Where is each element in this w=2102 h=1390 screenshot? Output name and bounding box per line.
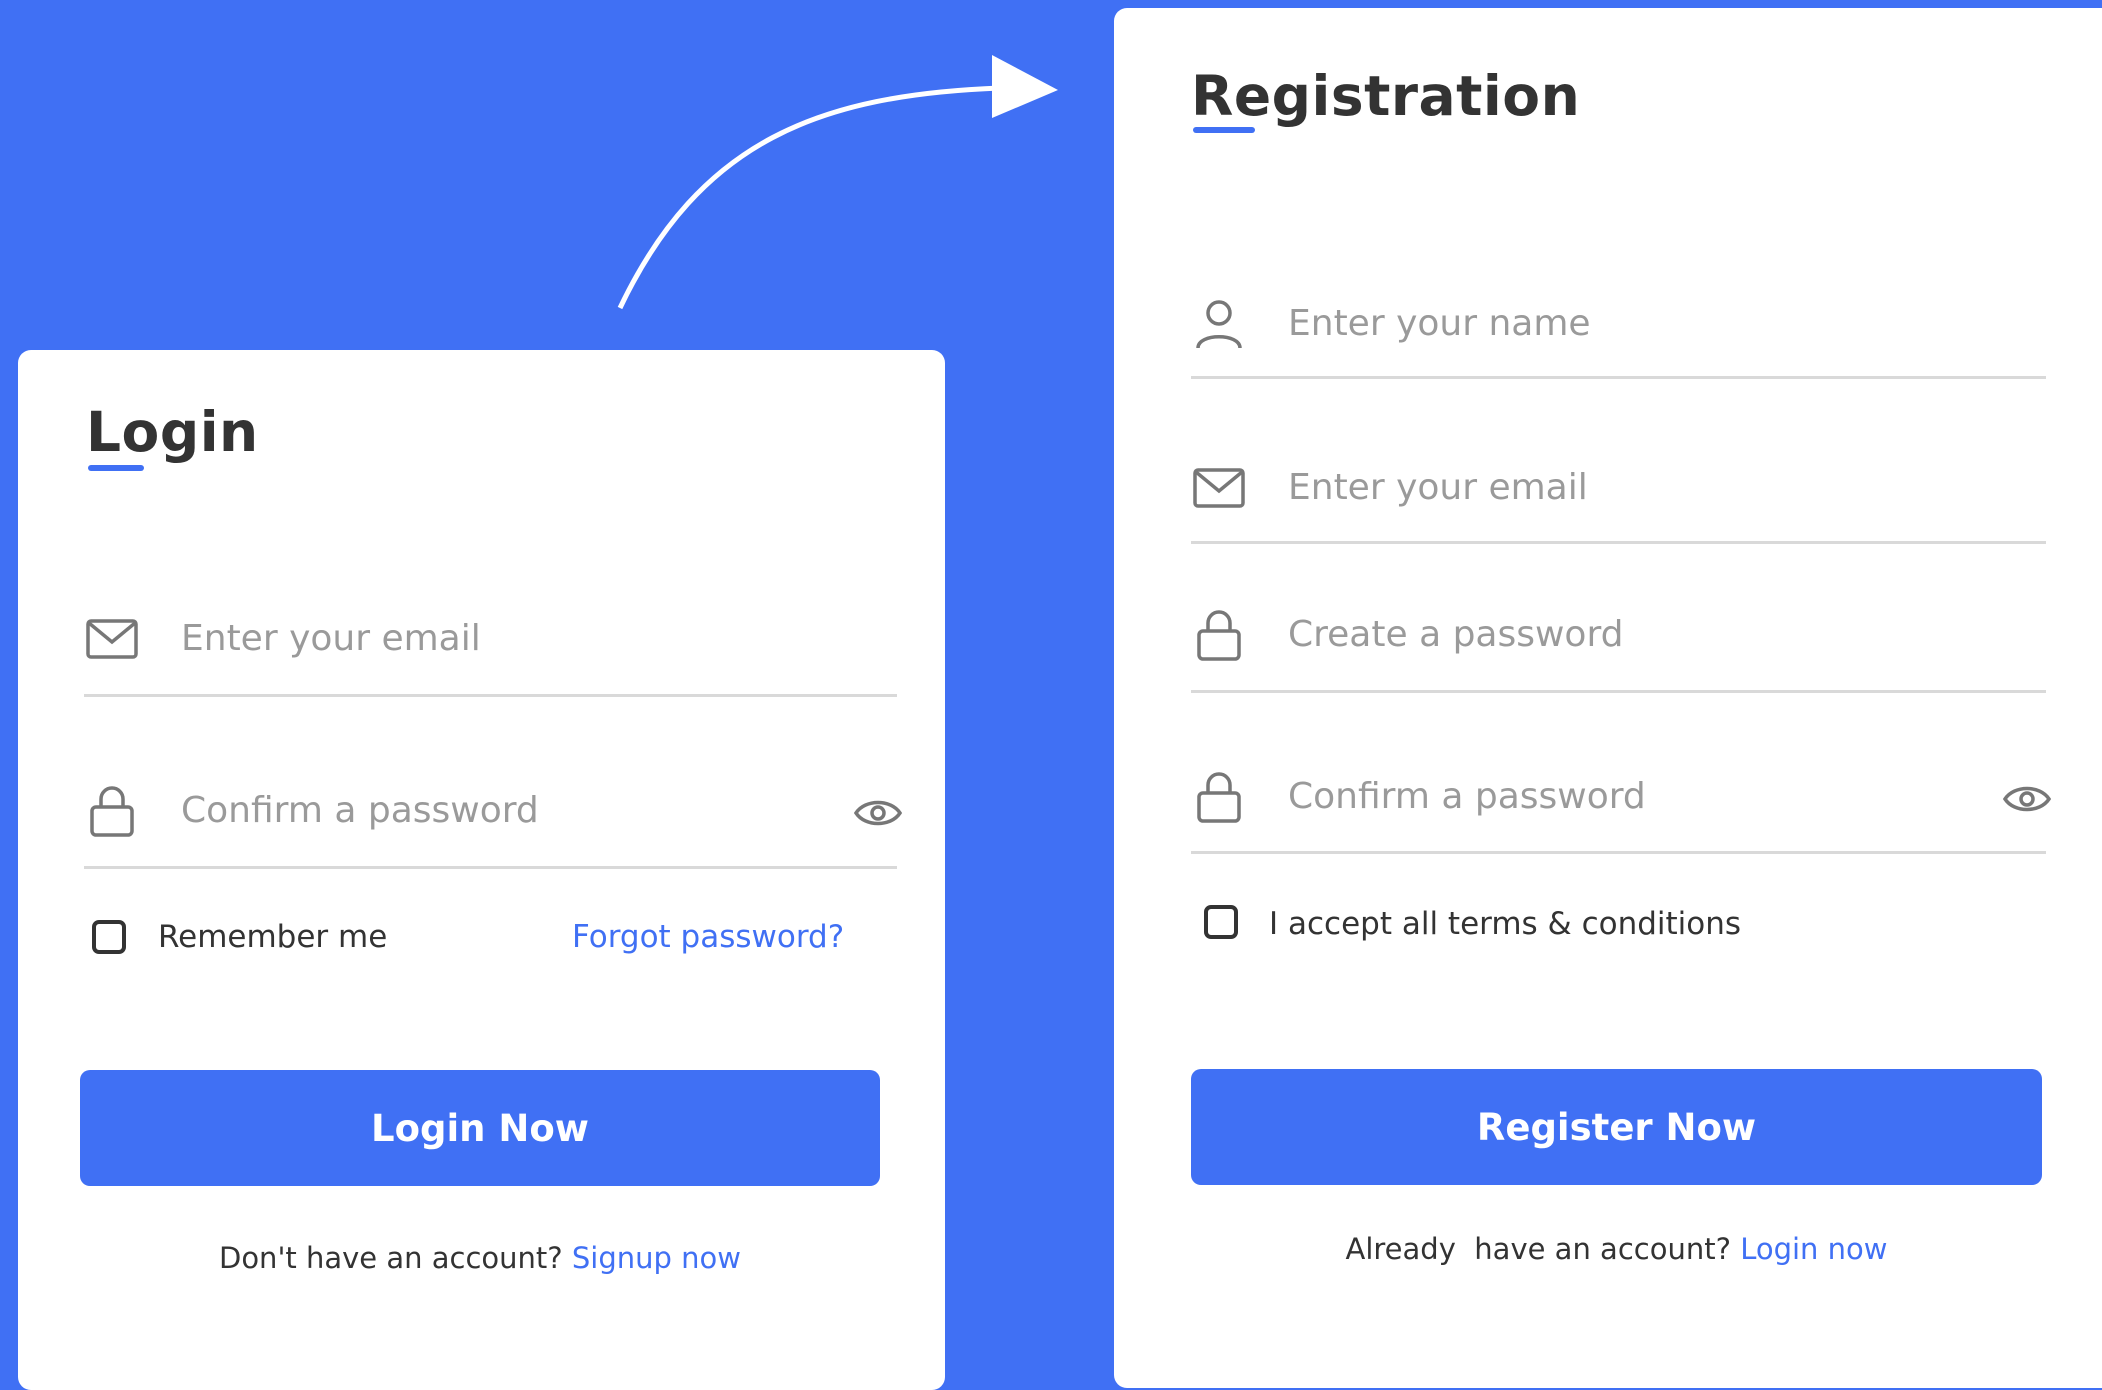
user-icon <box>1193 298 1245 350</box>
login-password-input[interactable] <box>181 780 829 840</box>
login-password-field <box>86 780 903 840</box>
registration-footer: Already have an account? Login now <box>1191 1229 2042 1269</box>
registration-footer-text: Already have an account? <box>1345 1232 1731 1266</box>
registration-title: Registration <box>1191 64 1581 128</box>
login-email-input[interactable] <box>181 608 829 668</box>
remember-me-checkbox[interactable] <box>92 920 126 954</box>
envelope-icon <box>86 613 138 665</box>
reg-confirm-divider <box>1191 851 2046 854</box>
reg-password-input[interactable] <box>1288 604 1978 664</box>
terms-checkbox[interactable] <box>1204 905 1238 939</box>
login-email-field <box>86 608 899 668</box>
forgot-password-link[interactable]: Forgot password? <box>572 917 844 957</box>
register-now-button[interactable]: Register Now <box>1191 1069 2042 1185</box>
registration-title-underline <box>1193 127 1255 133</box>
eye-icon[interactable] <box>853 788 903 838</box>
login-password-divider <box>84 866 897 869</box>
reg-name-field <box>1193 293 2048 353</box>
reg-email-divider <box>1191 541 2046 544</box>
login-title: Login <box>86 400 259 464</box>
registration-card: Registration I accept all terms & condit… <box>1114 8 2102 1388</box>
reg-confirm-input[interactable] <box>1288 766 1978 826</box>
login-footer: Don't have an account? Signup now <box>80 1238 880 1278</box>
terms-label: I accept all terms & conditions <box>1269 906 1742 942</box>
lock-icon <box>1193 771 1245 823</box>
reg-email-field <box>1193 457 2048 517</box>
reg-name-input[interactable] <box>1288 293 1978 353</box>
lock-icon <box>1193 609 1245 661</box>
login-now-button[interactable]: Login Now <box>80 1070 880 1186</box>
reg-confirm-field <box>1193 766 2052 826</box>
reg-email-input[interactable] <box>1288 457 1978 517</box>
lock-icon <box>86 785 138 837</box>
login-footer-text: Don't have an account? <box>218 1241 563 1275</box>
login-now-link[interactable]: Login now <box>1740 1232 1887 1266</box>
login-email-divider <box>84 694 897 697</box>
reg-password-divider <box>1191 690 2046 693</box>
signup-now-link[interactable]: Signup now <box>572 1241 741 1275</box>
eye-icon[interactable] <box>2002 774 2052 824</box>
login-card: Login Remember me Forgot password? Login… <box>18 350 945 1390</box>
reg-password-field <box>1193 604 2048 664</box>
login-title-underline <box>88 465 144 471</box>
remember-me-label: Remember me <box>158 919 388 955</box>
envelope-icon <box>1193 462 1245 514</box>
reg-name-divider <box>1191 376 2046 379</box>
